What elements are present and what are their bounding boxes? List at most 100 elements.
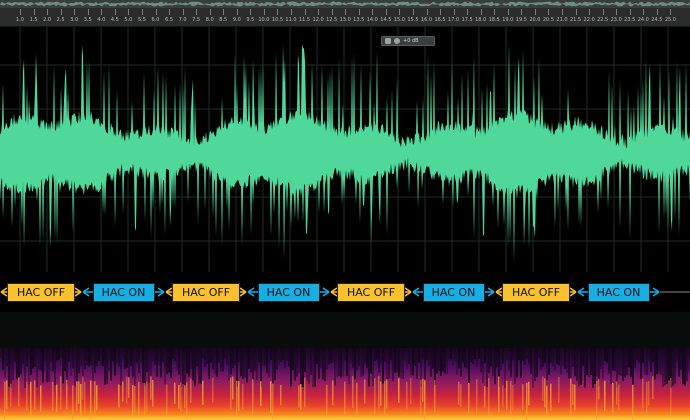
spectrogram-transient (386, 379, 388, 409)
spectrogram-column (126, 348, 128, 368)
spectral-frequency-display[interactable] (0, 348, 690, 420)
ruler-tick-label: 2.5 (56, 17, 65, 23)
spectrogram-column (556, 348, 558, 365)
spectrogram-column (80, 348, 82, 366)
spectrogram-column (604, 348, 606, 362)
ruler-tick (250, 9, 252, 15)
spectrogram-column (128, 348, 130, 378)
spectrogram-transient (300, 384, 302, 410)
spectrogram-column (4, 348, 6, 378)
spectrogram-column (362, 348, 364, 376)
spectrogram-column (200, 348, 202, 385)
timeline-ruler[interactable]: 1.0 1.5 2.0 2.5 3.0 3.5 4.0 4.5 5.0 5.5 6.0 6.5 7.0 7… (0, 0, 690, 27)
marker-strip: HAC OFF HAC ON HAC OFF HAC ON HAC OFF HAC ON H… (0, 272, 690, 312)
spectrogram-column (388, 348, 390, 379)
ruler-tick (101, 9, 103, 15)
spectrogram-column (212, 348, 214, 370)
spectrogram-column (620, 348, 622, 376)
ruler-tick-label: 18.5 (488, 17, 500, 23)
spectrogram-transient (506, 380, 508, 410)
segment-label-off[interactable]: HAC OFF (7, 283, 75, 302)
spectrogram-transient (378, 376, 380, 409)
ruler-tick-label: 14.0 (366, 17, 378, 23)
spectrogram-column (634, 348, 636, 368)
spectrogram-column (228, 348, 230, 380)
spectrogram-column (298, 348, 300, 373)
ruler-tick-label: 19.0 (502, 17, 514, 23)
spectrogram-column (472, 348, 474, 364)
spectrogram-column (366, 348, 368, 369)
segment-label-off[interactable]: HAC OFF (172, 283, 240, 302)
spectrogram-column (438, 348, 440, 372)
spectrogram-column (258, 348, 260, 363)
spectrogram-column (422, 348, 424, 360)
spectrogram-column (450, 348, 452, 360)
spectrogram-column (42, 348, 44, 383)
segment-label-off[interactable]: HAC OFF (502, 283, 570, 302)
hud-move-icon[interactable] (385, 38, 391, 44)
spectrogram-transient (66, 379, 68, 410)
hud-volume-control[interactable]: +0 dB (381, 36, 435, 46)
spectrogram-column (94, 348, 96, 373)
spectrogram-transient (526, 382, 528, 420)
spectrogram-column (88, 348, 90, 367)
spectrogram-column (576, 348, 578, 381)
spectrogram-column (118, 348, 120, 367)
spectrogram-column (256, 348, 258, 381)
spectrogram-column (142, 348, 144, 384)
spectrogram-column (120, 348, 122, 386)
ruler-tick (169, 9, 171, 15)
spectrogram-transient (422, 378, 424, 402)
spectrogram-transient (298, 385, 300, 408)
ruler-tick (670, 9, 672, 15)
ruler-tick (385, 9, 387, 15)
spectrogram-column (594, 348, 596, 384)
spectrogram-column (8, 348, 10, 387)
segment-label-on[interactable]: HAC ON (587, 283, 650, 302)
spectrogram-column (612, 348, 614, 371)
spectrogram-column (642, 348, 644, 364)
spectrogram-column (130, 348, 132, 366)
segment-label-on[interactable]: HAC ON (257, 283, 320, 302)
ruler-tick-label: 23.5 (624, 17, 636, 23)
spectrogram-column (52, 348, 54, 372)
spectrogram-column (428, 348, 430, 367)
spectrogram-column (30, 348, 32, 375)
spectrogram-transient (410, 378, 412, 405)
spectrogram-column (610, 348, 612, 384)
spectrogram-column (300, 348, 302, 388)
spectrogram (0, 348, 690, 420)
spectrogram-column (44, 348, 46, 361)
spectrogram-transient (670, 377, 672, 418)
segment-label-off[interactable]: HAC OFF (337, 283, 405, 302)
spectrogram-transient (398, 378, 400, 403)
spectrogram-column (504, 348, 506, 388)
spectrogram-column (124, 348, 126, 369)
spectrogram-column (34, 348, 36, 368)
spectrogram-column (220, 348, 222, 372)
ruler-tick-label: 1.0 (16, 17, 24, 23)
spectrogram-transient (604, 380, 606, 411)
spectrogram-transient (128, 377, 130, 398)
ruler-tick (629, 9, 631, 15)
hud-volume-knob-icon[interactable] (394, 38, 400, 44)
spectrogram-column (356, 348, 358, 371)
spectrogram-transient (150, 376, 152, 400)
spectrogram-transient (26, 381, 28, 412)
spectrogram-column (616, 348, 618, 388)
spectrogram-column (596, 348, 598, 377)
spectrogram-transient (468, 382, 470, 414)
spectrogram-column (654, 348, 656, 380)
spectrogram-column (600, 348, 602, 369)
overview-waveform-bar[interactable] (0, 0, 690, 8)
segment-label-on[interactable]: HAC ON (422, 283, 485, 302)
segment-label-on[interactable]: HAC ON (92, 283, 155, 302)
spectrogram-column (502, 348, 504, 364)
waveform-panel[interactable] (0, 27, 690, 272)
spectrogram-column (304, 348, 306, 372)
overview-waveform-shape (0, 1, 690, 7)
spectrogram-transient (420, 379, 422, 418)
spectrogram-column (156, 348, 158, 377)
spectrogram-column (330, 348, 332, 364)
spectrogram-transient (90, 380, 92, 420)
